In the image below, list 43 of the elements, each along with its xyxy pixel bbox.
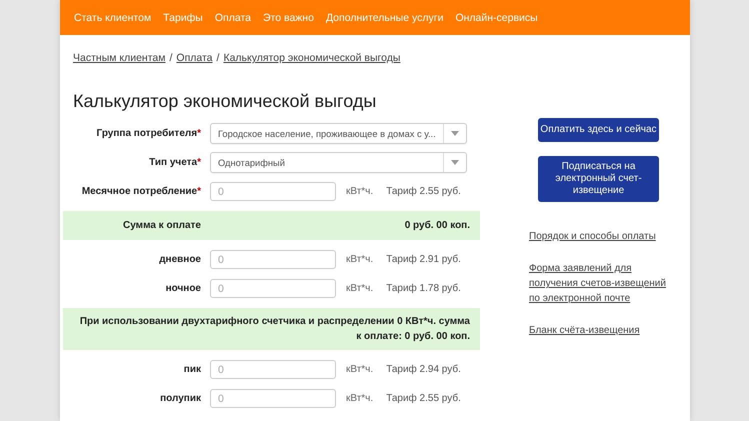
breadcrumb-separator: / [169, 52, 172, 64]
field-label: полупик [159, 393, 201, 404]
tariff-text: Тариф 1.78 руб. [386, 283, 461, 294]
input-field[interactable]: 0 [210, 250, 336, 269]
action-button[interactable]: Подписаться на электронный счет-извещение [538, 156, 659, 202]
breadcrumb-link[interactable]: Частным клиентам [73, 52, 166, 64]
breadcrumb-separator: / [216, 52, 220, 64]
unit-label: кВт*ч. [346, 186, 374, 197]
action-button[interactable]: Оплатить здесь и сейчас [538, 118, 659, 142]
page-title: Калькулятор экономической выгоды [73, 91, 378, 112]
field-label: пик [182, 364, 201, 375]
info-link[interactable]: Бланк счёта-извещения [529, 323, 679, 338]
sum-note: При использовании двухтарифного счетчика и распределении 0 КВт*ч. сумма к оплате: 0 руб. 00 коп. [80, 316, 470, 342]
tariff-text: Тариф 2.94 руб. [386, 364, 461, 375]
dropdown[interactable]: Городское население, проживающее в домах с у... [210, 123, 467, 144]
info-link[interactable]: Порядок и способы оплаты [529, 229, 679, 244]
sum-amount: 0 руб. 00 коп. [404, 220, 470, 231]
breadcrumb-link[interactable]: Оплата [176, 52, 213, 64]
breadcrumb-link[interactable]: Калькулятор экономической выгоды [223, 52, 400, 64]
sum-label: Сумма к оплате [122, 220, 201, 231]
required-asterisk: * [197, 128, 201, 139]
unit-label: кВт*ч. [346, 254, 374, 265]
caret-icon [451, 160, 459, 165]
tariff-text: Тариф 2.55 руб. [386, 186, 461, 197]
field-label: дневное [158, 254, 201, 265]
caret-icon [451, 131, 459, 136]
unit-label: кВт*ч. [346, 364, 374, 375]
tariff-text: Тариф 2.55 руб. [386, 393, 461, 404]
info-link[interactable]: Форма заявлений для получения счетов-извещений по электронной почте [529, 261, 679, 306]
unit-label: кВт*ч. [346, 393, 374, 404]
field-label: Месячное потребление* [80, 186, 201, 197]
field-label: Тип учета* [148, 157, 201, 168]
tariff-text: Тариф 2.91 руб. [386, 254, 461, 265]
required-asterisk: * [197, 186, 201, 197]
input-field[interactable]: 0 [210, 360, 336, 379]
field-label: Группа потребителя* [96, 128, 201, 139]
input-field[interactable]: 0 [210, 182, 336, 201]
unit-label: кВт*ч. [346, 283, 374, 294]
input-field[interactable]: 0 [210, 279, 336, 298]
required-asterisk: * [197, 157, 201, 168]
input-field[interactable]: 0 [210, 389, 336, 408]
dropdown[interactable]: Однотарифный [210, 152, 467, 173]
field-label: ночное [164, 283, 201, 294]
